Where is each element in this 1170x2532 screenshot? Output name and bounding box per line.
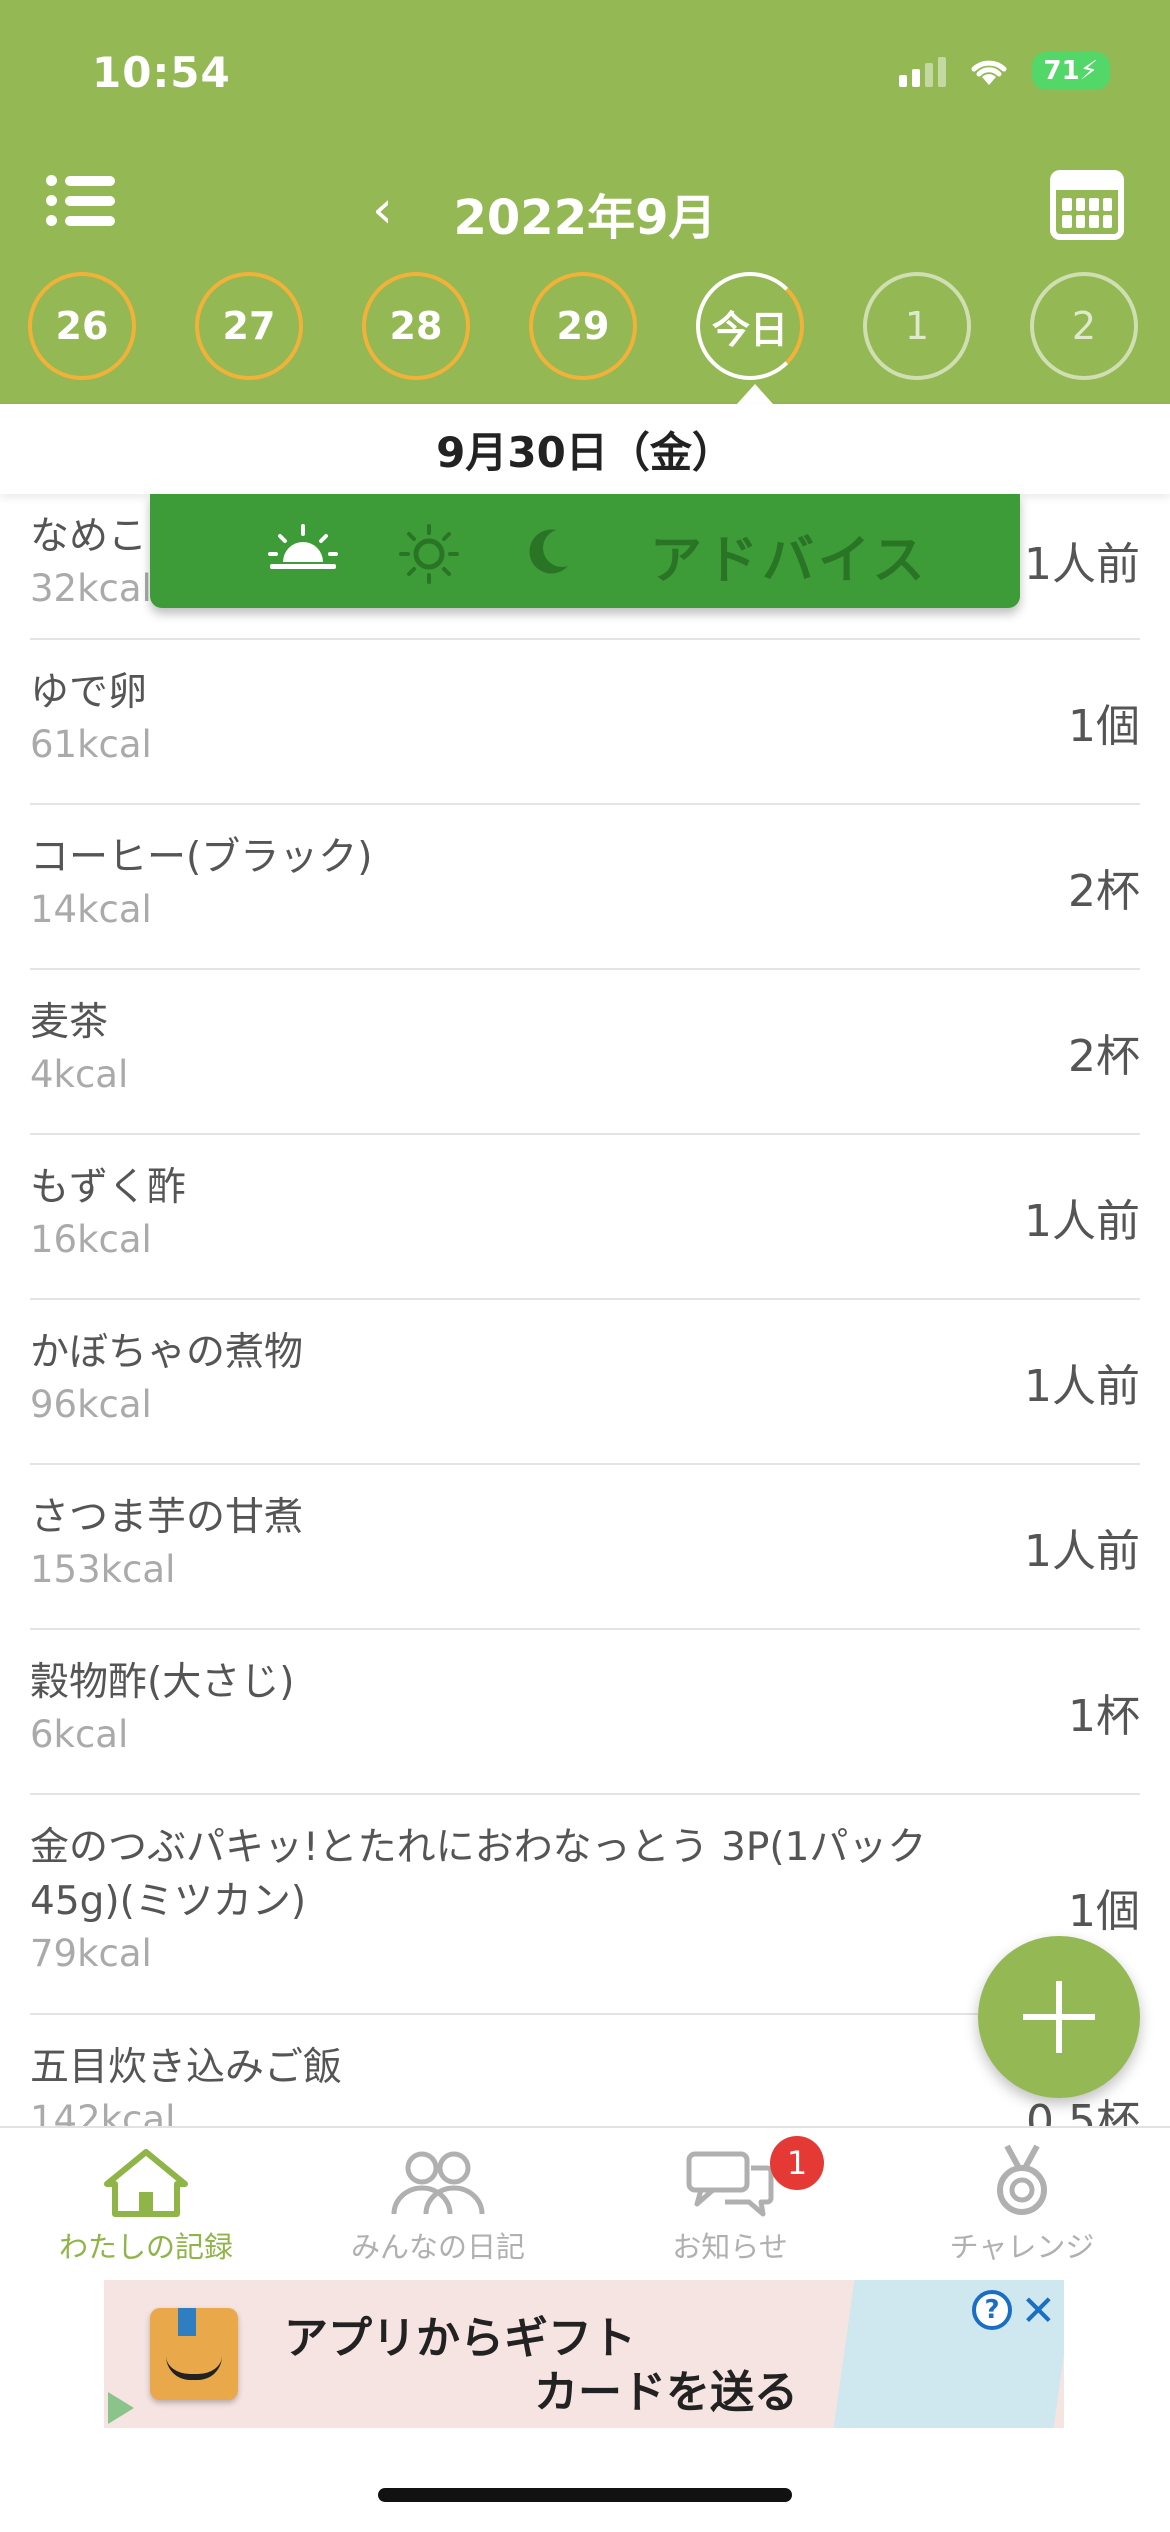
ad-banner[interactable]: アプリからギフト カードを送る ? ✕ <box>104 2280 1064 2428</box>
status-icons: 71⚡ <box>898 52 1110 90</box>
calendar-icon[interactable] <box>1050 170 1124 240</box>
food-kcal: 14kcal <box>30 888 152 931</box>
add-food-button[interactable] <box>978 1936 1140 2098</box>
sun-icon[interactable] <box>394 524 464 584</box>
food-qty: 1個 <box>1068 1886 1140 1937</box>
ad-headline-2: カードを送る <box>534 2367 798 2418</box>
app-header: 10:54 71⚡ ‹ 2022年9月 26 27 28 29 今日 1 2 <box>0 0 1170 404</box>
food-qty: 1人前 <box>1024 1526 1140 1577</box>
food-kcal: 153kcal <box>30 1548 176 1591</box>
food-name: もずく酢 <box>30 1165 187 1210</box>
tab-everyones-diary[interactable]: みんなの日記 <box>292 2128 584 2278</box>
list-item[interactable]: 穀物酢(大さじ) 6kcal 1杯 <box>30 1630 1140 1795</box>
food-name: 金のつぶパキッ!とたれにおわなっとう 3P(1パック45g)(ミツカン) <box>30 1825 927 1924</box>
food-kcal: 142kcal <box>30 2098 176 2126</box>
ad-play-icon <box>108 2392 134 2424</box>
month-title: 2022年9月 <box>453 190 717 246</box>
food-kcal: 96kcal <box>30 1383 152 1426</box>
amazon-box-icon <box>150 2308 238 2400</box>
day-26[interactable]: 26 <box>28 272 136 380</box>
tab-my-records[interactable]: わたしの記録 <box>0 2128 292 2278</box>
day-1[interactable]: 1 <box>863 272 971 380</box>
food-qty: 2杯 <box>1068 1031 1140 1082</box>
food-kcal: 79kcal <box>30 1932 152 1975</box>
food-name: かぼちゃの煮物 <box>30 1330 304 1375</box>
list-item[interactable]: 麦茶 4kcal 2杯 <box>30 970 1140 1135</box>
list-item[interactable]: コーヒー(ブラック) 14kcal 2杯 <box>30 805 1140 970</box>
cellular-signal-icon <box>898 55 946 87</box>
tab-label: わたしの記録 <box>58 2230 233 2264</box>
food-qty: 1人前 <box>1024 539 1140 590</box>
food-qty: 1杯 <box>1068 1691 1140 1742</box>
tab-label: お知らせ <box>672 2230 788 2264</box>
list-item[interactable]: もずく酢 16kcal 1人前 <box>30 1135 1140 1300</box>
sunrise-icon[interactable] <box>268 522 338 572</box>
day-28[interactable]: 28 <box>362 272 470 380</box>
tab-label: みんなの日記 <box>350 2230 525 2264</box>
tab-label: チャレンジ <box>949 2230 1095 2264</box>
battery-level: 71 <box>1043 56 1080 86</box>
day-2[interactable]: 2 <box>1030 272 1138 380</box>
day-27[interactable]: 27 <box>195 272 303 380</box>
food-kcal: 16kcal <box>30 1218 152 1261</box>
food-qty: 2杯 <box>1068 866 1140 917</box>
food-qty: 1個 <box>1068 701 1140 752</box>
food-qty: 1人前 <box>1024 1361 1140 1412</box>
people-icon <box>391 2151 485 2215</box>
status-time: 10:54 <box>92 48 231 97</box>
charging-icon: ⚡ <box>1079 56 1098 86</box>
moon-icon[interactable] <box>522 526 572 578</box>
day-today[interactable]: 今日 <box>696 272 804 380</box>
food-name: 五目炊き込みご飯 <box>30 2045 343 2090</box>
chat-bubbles-icon <box>686 2151 774 2217</box>
selected-date: 9月30日（金） <box>0 404 1170 494</box>
food-kcal: 61kcal <box>30 723 152 766</box>
day-29[interactable]: 29 <box>529 272 637 380</box>
ad-close-icon[interactable]: ✕ <box>1021 2286 1056 2335</box>
plus-icon <box>1023 1981 1095 2053</box>
food-kcal: 4kcal <box>30 1053 129 1096</box>
food-kcal: 6kcal <box>30 1713 129 1756</box>
tab-notifications[interactable]: お知らせ <box>584 2128 876 2278</box>
list-item[interactable]: 五目炊き込みご飯 142kcal 0.5杯 <box>30 2015 1140 2126</box>
list-item[interactable]: かぼちゃの煮物 96kcal 1人前 <box>30 1300 1140 1465</box>
advice-tab[interactable]: アドバイス <box>650 518 928 593</box>
food-name: コーヒー(ブラック) <box>30 835 373 880</box>
day-selector: 26 27 28 29 今日 1 2 <box>28 272 1170 382</box>
meal-tabs: アドバイス <box>150 494 1020 608</box>
food-name: 穀物酢(大さじ) <box>30 1660 295 1705</box>
tab-bar: わたしの記録 みんなの日記 お知らせ チャレンジ <box>0 2126 1170 2276</box>
tab-challenge[interactable]: チャレンジ <box>876 2128 1168 2278</box>
food-name: 麦茶 <box>30 1000 109 1045</box>
list-item[interactable]: さつま芋の甘煮 153kcal 1人前 <box>30 1465 1140 1630</box>
home-icon <box>104 2149 188 2217</box>
medal-icon <box>997 2144 1047 2215</box>
selected-day-pointer <box>737 384 773 404</box>
list-item[interactable]: 金のつぶパキッ!とたれにおわなっとう 3P(1パック45g)(ミツカン) 79k… <box>30 1795 1140 2015</box>
food-qty: 1人前 <box>1024 1196 1140 1247</box>
list-item[interactable]: ゆで卵 61kcal 1個 <box>30 640 1140 805</box>
battery-indicator: 71⚡ <box>1031 52 1110 90</box>
food-name: さつま芋の甘煮 <box>30 1495 304 1540</box>
food-list: なめこ 32kcal 1人前 ゆで卵 61kcal 1個 コーヒー(ブラック) … <box>30 494 1140 2126</box>
notification-badge: 1 <box>770 2136 824 2190</box>
ad-info-icon[interactable]: ? <box>972 2290 1012 2330</box>
home-indicator <box>378 2488 792 2502</box>
wifi-icon <box>971 60 1007 85</box>
food-name: ゆで卵 <box>30 670 148 715</box>
